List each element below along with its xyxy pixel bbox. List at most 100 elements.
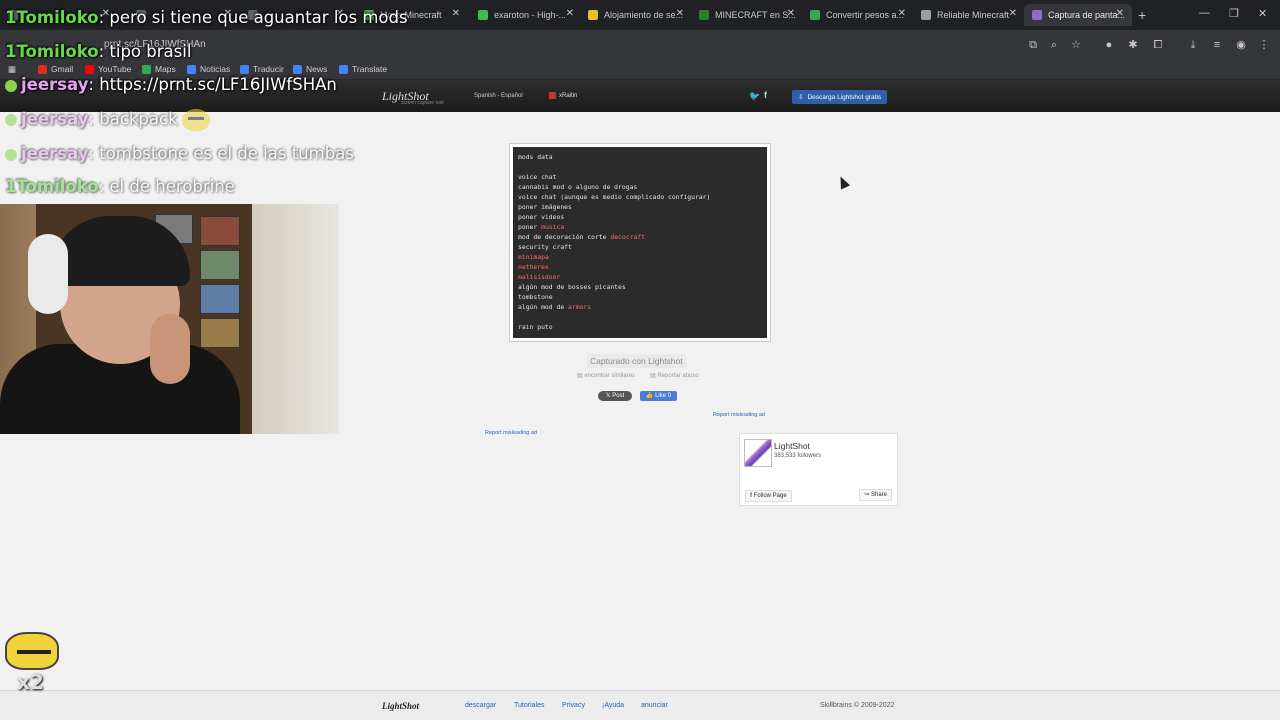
spellcheck-word: malisisdoor [518,273,561,281]
screenshot-text: security craft [518,243,572,251]
close-icon[interactable]: ✕ [1116,8,1124,19]
mouse-cursor-icon [835,174,851,190]
install-app-icon[interactable]: ⧉ [1025,37,1041,53]
share-button[interactable]: ↪ Share [859,489,892,501]
close-window-icon[interactable]: ✕ [1258,7,1267,20]
twitter-post-button[interactable]: 𝕏 Post [598,391,632,401]
chat-message: jeersay: backpack [5,109,210,131]
bookmark-star-icon[interactable]: ☆ [1068,37,1084,53]
screenshot-image[interactable]: mods data voice chat cannabis mod o alguno… [509,143,771,342]
footer-link-ayuda[interactable]: ¡Ayuda [602,702,624,709]
follow-label: Follow Page [753,493,787,499]
new-tab-icon[interactable]: + [1138,7,1146,23]
streamer-hand [150,314,190,384]
bookmark-news[interactable]: News [293,64,327,74]
close-icon[interactable]: ✕ [452,8,460,19]
puzzle-icon[interactable]: ⧠ [1150,37,1166,53]
webcam-poster [200,216,240,246]
close-icon[interactable]: ✕ [676,8,684,19]
bookmark-gmail[interactable]: Gmail [38,64,73,74]
screenshot-text-line: minimapa [518,252,762,262]
close-icon[interactable]: ✕ [566,8,574,19]
browser-tab[interactable]: Reliable Minecraft ✕ [913,4,1025,26]
close-icon[interactable]: ✕ [1009,8,1017,19]
twitter-icon[interactable]: 🐦 [749,91,760,102]
browser-tab[interactable]: Alojamiento de se... ✕ [580,4,692,26]
bookmark-translate[interactable]: Translate [339,64,387,74]
zoom-icon[interactable]: ⌕ [1046,37,1062,53]
share-icon: ↪ [864,492,870,498]
facebook-icon[interactable]: f [764,90,767,100]
chat-message: jeersay: https://prnt.sc/LF16JIWfSHAn [5,75,337,94]
bookmark-maps[interactable]: Maps [142,64,176,74]
screenshot-text-line [518,312,762,322]
extension-icon[interactable]: ✱ [1125,37,1141,53]
post-label: Post [612,393,625,399]
fb-page-name[interactable]: LightShot [774,441,810,451]
bookmark-label: News [306,64,328,74]
download-lightshot-button[interactable]: ⇩ Descarga Lightshot gratis [792,90,888,104]
chat-badge-icon [5,79,17,92]
translate-icon [339,64,348,74]
spellcheck-word: netherex [518,263,549,271]
screenshot-text: mods data [518,153,553,161]
facebook-page-widget: LightShot 383,533 followers f Follow Pag… [739,433,898,506]
user-name: xRaitin [559,92,578,99]
alert-multiplier: x2 [17,670,44,694]
facebook-like-button[interactable]: 👍 Like 0 [640,391,677,401]
user-menu[interactable]: xRaitin [549,92,577,99]
maximize-icon[interactable]: ❐ [1229,7,1239,20]
bookmark-label: Maps [155,64,176,74]
close-icon[interactable]: ✕ [898,8,906,19]
report-ad-link[interactable]: Report misleading ad [713,412,765,418]
screenshot-text-line: malisisdoor [518,272,762,282]
footer-logo[interactable]: LightShot [382,701,419,711]
facebook-icon: f [750,493,752,499]
report-ad-link[interactable]: Report misleading ad [485,430,537,436]
report-abuse-link[interactable]: ▤ Reportar abuso [650,372,699,379]
chat-username: 1Tomiloko [5,177,99,196]
webcam-overlay [0,204,339,434]
profile-avatar-icon[interactable]: ◉ [1233,37,1249,53]
screenshot-text-line: poner musica [518,222,762,232]
screenshot-text-line: algún mod de bosses picantes [518,282,762,292]
find-similar-link[interactable]: ▤ encontrar similares [577,372,635,379]
minimize-icon[interactable]: — [1199,7,1210,19]
screenshot-text: cannabis mod o alguno de drogas [518,183,638,191]
tab-favicon-icon [1032,10,1042,20]
bookmark-noticias[interactable]: Noticias [187,64,230,74]
apps-grid-icon[interactable]: ▦ [8,64,16,75]
screenshot-text-line: algún mod de armors [518,302,762,312]
browser-tab-active[interactable]: Captura de panta... ✕ [1024,4,1132,26]
bookmark-traducir[interactable]: Traducir [240,64,284,74]
footer-link-anunciar[interactable]: anunciar [641,702,668,709]
webcam-poster [200,318,240,348]
screenshot-text-line: mods data [518,152,762,162]
footer-link-privacy[interactable]: Privacy [562,702,585,709]
footer-link-tutoriales[interactable]: Tutoriales [514,702,544,709]
download-icon[interactable]: ⤓ [1185,37,1201,53]
screenshot-text-line: mod de decoración corte decocraft [518,232,762,242]
youtube-icon [85,64,94,74]
site-footer: LightShot descargar Tutoriales Privacy ¡… [0,690,1280,720]
browser-tab[interactable]: exaroton - High-... ✕ [470,4,582,26]
browser-tab[interactable]: Convertir pesos a... ✕ [802,4,914,26]
footer-link-descargar[interactable]: descargar [465,702,496,709]
maps-icon [142,64,151,74]
language-select[interactable]: Spanish - Español [474,93,523,99]
extension-icon[interactable]: ● [1101,37,1117,53]
bookmark-youtube[interactable]: YouTube [85,64,131,74]
spellcheck-word: decocraft [610,233,645,241]
media-icon[interactable]: ≡ [1209,37,1225,53]
bookmark-label: Gmail [51,64,74,74]
bookmark-label: Noticias [200,64,231,74]
browser-tab[interactable]: MINECRAFT en S... ✕ [691,4,803,26]
lightshot-feather-icon[interactable] [744,439,772,467]
chat-message: 1Tomiloko: tipo brasil [5,42,191,61]
spellcheck-word: musica [541,223,565,231]
close-icon[interactable]: ✕ [787,8,795,19]
tab-favicon-icon [810,10,820,20]
menu-icon[interactable]: ⋮ [1256,37,1272,53]
follow-page-button[interactable]: f Follow Page [745,490,792,502]
chat-text: https://prnt.sc/LF16JIWfSHAn [93,75,337,94]
